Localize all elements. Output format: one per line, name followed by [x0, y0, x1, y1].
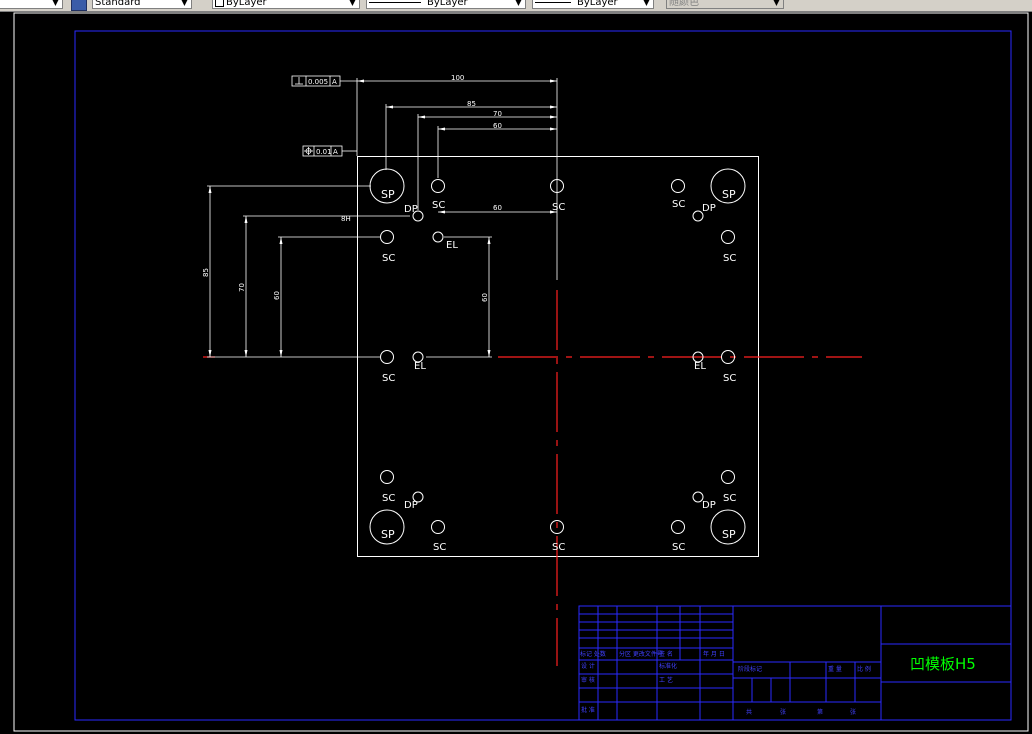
chevron-down-icon: ▼ [515, 0, 522, 7]
dim-85: 85 [467, 100, 476, 108]
properties-toolbar: ▼ Standard ▼ ByLayer ▼ ByLayer ▼ ByLayer… [0, 0, 1032, 12]
flatness-tolerance-frame: 0.005 A [291, 75, 357, 87]
tb-label: 张 [850, 708, 856, 716]
textstyle-dropdown[interactable]: Standard ▼ [92, 0, 192, 9]
tb-label: 第 [817, 708, 823, 716]
label-sc: SC [552, 202, 565, 213]
dim-100: 100 [451, 74, 464, 82]
label-sp: SP [381, 188, 395, 201]
sc-hole [671, 179, 685, 193]
sc-hole [671, 520, 685, 534]
plotstyle-dropdown[interactable]: 随颜色 ▼ [666, 0, 784, 9]
dim-left-60: 60 [273, 291, 281, 300]
cad-drawing: 0.005 A 0.01 A 100 85 70 60 85 70 60 60 … [13, 12, 1029, 732]
label-el: EL [446, 240, 458, 251]
color-swatch-icon [215, 0, 224, 7]
label-dp: DP [404, 500, 418, 511]
el-hole [432, 231, 444, 243]
label-dp: DP [404, 204, 418, 215]
hole-labels: SP SP SP SP SC SC SC SC SC SC SC SC SC S… [381, 188, 736, 553]
tb-label: 设 计 [581, 662, 595, 670]
plotstyle-value: 随颜色 [669, 0, 699, 8]
label-sc: SC [432, 200, 445, 211]
label-dp: DP [702, 203, 716, 214]
tb-label: 重 量 [828, 665, 842, 673]
tb-label: 年 月 日 [703, 650, 725, 658]
label-sc: SC [723, 493, 736, 504]
tb-label: 审 核 [581, 676, 595, 684]
tb-label: 标准化 [659, 662, 677, 670]
label-sc: SC [552, 542, 565, 553]
linetype-sample [369, 1, 421, 3]
dim-left-70: 70 [238, 283, 246, 292]
tb-label: 工 艺 [659, 676, 673, 684]
dim-small: 8H [341, 215, 351, 223]
dim-left-85: 85 [202, 268, 210, 277]
chevron-down-icon: ▼ [181, 0, 188, 7]
label-sc: SC [723, 373, 736, 384]
dim-70: 70 [493, 110, 502, 118]
tolerance-2-value: 0.01 [316, 148, 332, 156]
linetype-dropdown[interactable]: ByLayer ▼ [366, 0, 526, 9]
chevron-down-icon: ▼ [643, 0, 650, 7]
left-dimensions [207, 185, 557, 358]
drawing-canvas[interactable]: 0.005 A 0.01 A 100 85 70 60 85 70 60 60 … [0, 12, 1032, 734]
label-el: EL [414, 361, 426, 372]
lineweight-dropdown[interactable]: ByLayer ▼ [532, 0, 654, 9]
sc-hole [380, 470, 394, 484]
label-sc: SC [382, 493, 395, 504]
sc-hole [721, 470, 735, 484]
label-dp: DP [702, 500, 716, 511]
chevron-down-icon: ▼ [349, 0, 356, 7]
sc-hole [431, 520, 445, 534]
dim-inner-horizontal: 60 [493, 204, 502, 212]
chevron-down-icon: ▼ [52, 0, 59, 7]
tb-label: 签 名 [659, 650, 673, 658]
label-sc: SC [382, 373, 395, 384]
chevron-down-icon: ▼ [773, 0, 780, 7]
part-name: 凹模板H5 [910, 655, 976, 673]
sc-hole [380, 350, 394, 364]
textstyle-value: Standard [95, 0, 141, 8]
label-sc: SC [723, 253, 736, 264]
tb-label: 共 [746, 708, 752, 716]
tb-label: 标记 处数 [580, 650, 606, 658]
tb-label: 比 例 [857, 665, 871, 673]
tolerance-1-datum: A [332, 78, 337, 86]
paper-boundary [13, 12, 1029, 732]
label-sc: SC [433, 542, 446, 553]
label-sp: SP [722, 528, 736, 541]
linetype-value: ByLayer [427, 0, 468, 8]
label-sp: SP [722, 188, 736, 201]
position-tolerance-frame: 0.01 A [302, 145, 357, 157]
layer-color-value: ByLayer [226, 0, 267, 8]
lineweight-value: ByLayer [577, 0, 618, 8]
label-sc: SC [672, 199, 685, 210]
label-sc: SC [382, 253, 395, 264]
label-el: EL [694, 361, 706, 372]
dim-60: 60 [493, 122, 502, 130]
tolerance-2-datum: A [333, 148, 338, 156]
sc-hole [721, 230, 735, 244]
label-sp: SP [381, 528, 395, 541]
tb-label: 阶段标记 [738, 665, 762, 673]
tb-label: 批 准 [581, 706, 595, 714]
dim-inner-vertical: 60 [481, 293, 489, 302]
textstyle-prev-dropdown[interactable]: ▼ [0, 0, 63, 9]
tb-label: 分区 更改文件号 [619, 650, 663, 658]
sc-hole [380, 230, 394, 244]
tolerance-1-value: 0.005 [308, 78, 328, 86]
label-sc: SC [672, 542, 685, 553]
drawing-frame [74, 30, 1012, 721]
sc-hole [431, 179, 445, 193]
top-dimension-arrows [357, 79, 557, 131]
textstyle-icon[interactable] [71, 0, 87, 11]
layer-color-dropdown[interactable]: ByLayer ▼ [212, 0, 360, 9]
tb-label: 张 [780, 708, 786, 716]
lineweight-sample [535, 1, 571, 3]
